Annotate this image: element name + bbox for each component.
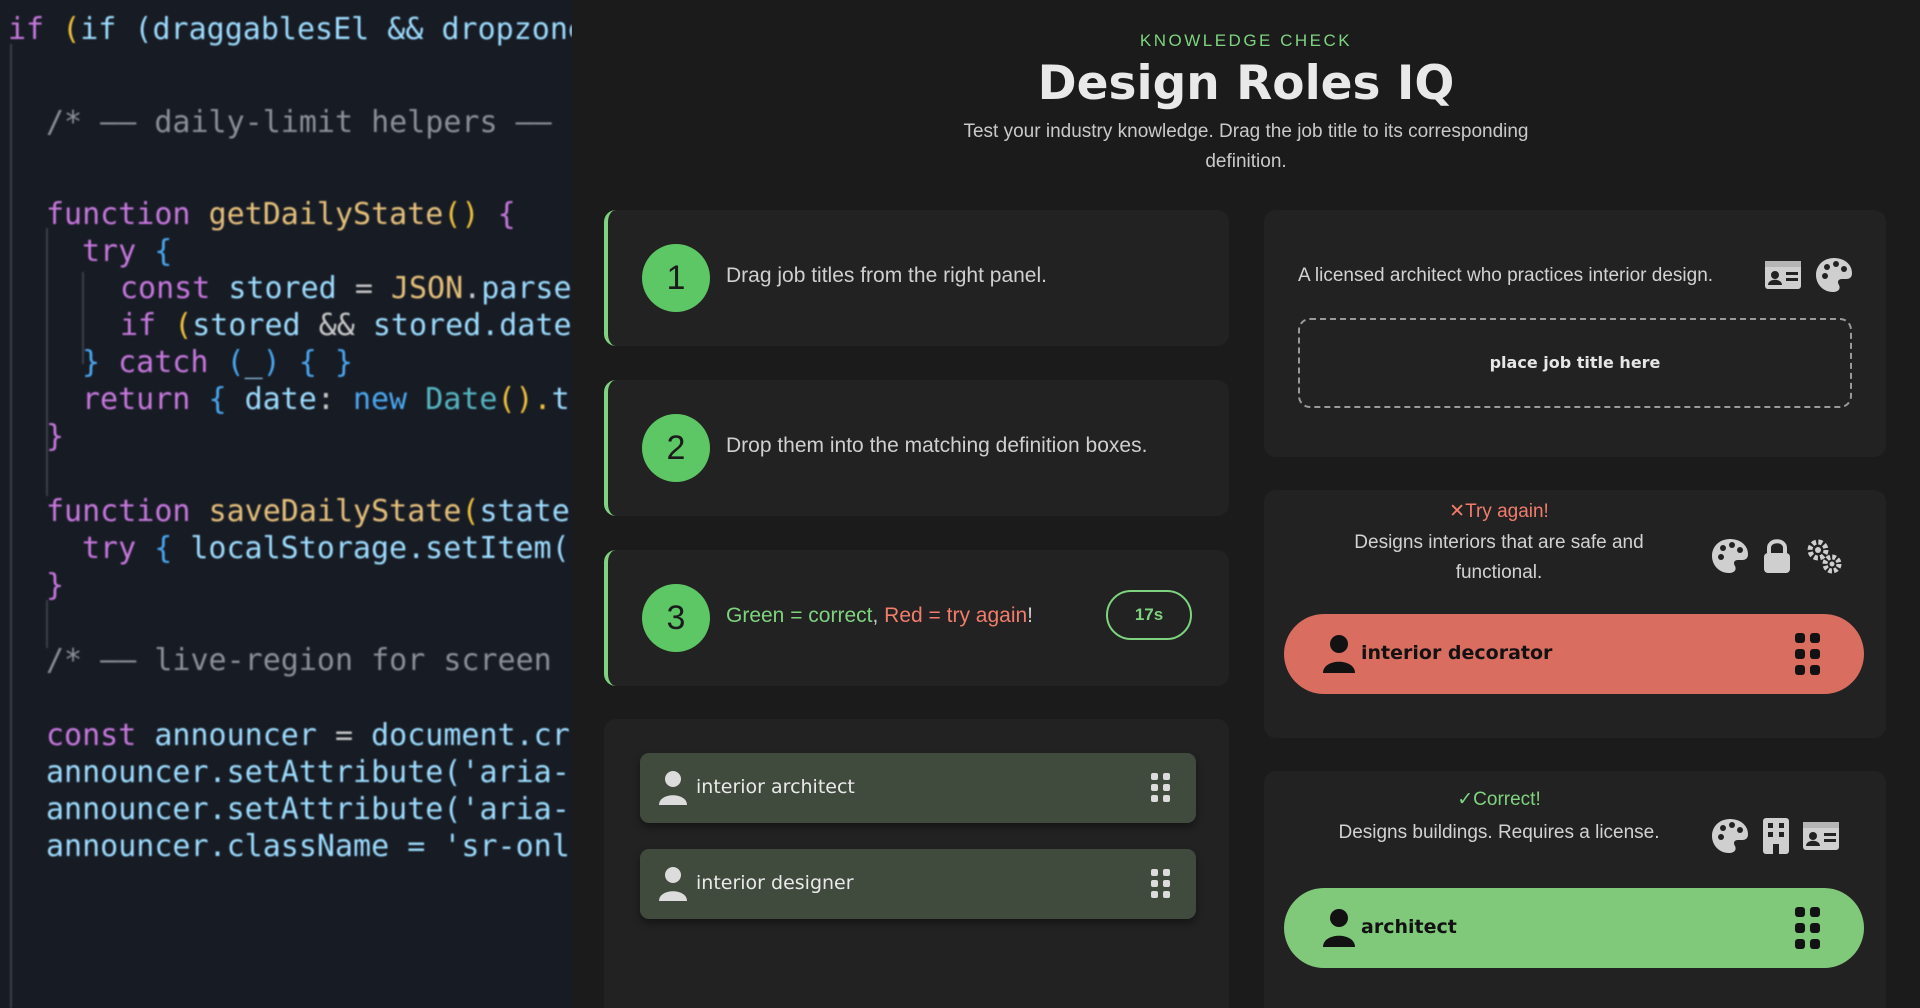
job-title-label: interior designer <box>696 872 854 894</box>
drag-handle-icon[interactable] <box>1794 632 1822 676</box>
eyebrow-label: KNOWLEDGE CHECK <box>1139 31 1353 50</box>
definition-text: A licensed architect who practices inter… <box>1298 265 1714 286</box>
person-icon <box>1323 635 1355 673</box>
job-title-bank: interior architect interior designer <box>604 719 1229 1008</box>
gears-icon <box>1807 539 1842 574</box>
status-wrong: ✕Try again! <box>1264 500 1734 523</box>
indent-guide <box>10 44 12 1008</box>
code-line: return { date: new Date().t <box>82 382 570 417</box>
definition-card: ✕Try again! Designs interiors that are s… <box>1264 490 1886 738</box>
code-line: announcer.className = 'sr-onl <box>46 829 570 864</box>
drag-handle-icon[interactable] <box>1150 772 1172 804</box>
palette-icon <box>1712 539 1748 573</box>
legend-correct: Green = correct <box>726 604 873 627</box>
definition-card: ✓Correct! Designs buildings. Requires a … <box>1264 771 1886 1008</box>
step-number: 3 <box>642 584 710 652</box>
drag-handle-icon[interactable] <box>1794 906 1822 950</box>
definition-icons <box>1764 256 1854 294</box>
legend-end: ! <box>1027 604 1034 627</box>
definition-card: A licensed architect who practices inter… <box>1264 210 1886 457</box>
code-line: /* —— daily-limit helpers —— <box>46 105 552 140</box>
palette-icon <box>1712 819 1748 853</box>
timer-badge: 17s <box>1106 590 1192 640</box>
check-icon: ✓ <box>1457 789 1474 810</box>
instruction-step-1: 1 Drag job titles from the right panel. <box>604 210 1229 346</box>
status-label: Correct! <box>1473 789 1541 810</box>
page-title: Design Roles IQ <box>1037 56 1455 111</box>
person-icon <box>659 771 687 805</box>
code-editor-background: if (if (draggablesEl && dropzonesEl /* —… <box>0 0 572 1008</box>
status-correct: ✓Correct! <box>1264 788 1734 811</box>
job-title-label: architect <box>1361 916 1457 938</box>
definition-icons <box>1710 817 1840 855</box>
placed-job-title-wrong[interactable]: interior decorator <box>1284 614 1864 694</box>
drag-handle-icon[interactable] <box>1150 868 1172 900</box>
close-icon: ✕ <box>1449 501 1466 522</box>
id-card-icon <box>1765 261 1801 289</box>
step-number: 1 <box>642 244 710 312</box>
step-number: 2 <box>642 414 710 482</box>
code-line: /* —— live-region for screen <box>46 643 552 678</box>
step-text: Drop them into the matching definition b… <box>726 434 1148 457</box>
code-line: try { localStorage.setItem( <box>82 531 570 566</box>
palette-icon <box>1816 258 1852 292</box>
draggable-job-title[interactable]: interior designer <box>640 849 1196 919</box>
instruction-step-3: 3 Green = correct, Red = try again! 17s <box>604 550 1229 686</box>
code-line: if (if (draggablesEl && dropzonesEl <box>8 12 572 47</box>
definition-text: Designs interiors that are safe and func… <box>1354 532 1644 583</box>
definition-icons <box>1710 536 1844 576</box>
definition-text: Designs buildings. Requires a license. <box>1338 822 1660 843</box>
placed-job-title-correct[interactable]: architect <box>1284 888 1864 968</box>
instruction-step-2: 2 Drop them into the matching definition… <box>604 380 1229 516</box>
dropzone[interactable]: place job title here <box>1298 318 1852 408</box>
legend-wrong: Red = try again <box>884 604 1028 627</box>
quiz-panel: KNOWLEDGE CHECK Design Roles IQ Test you… <box>572 0 1920 1008</box>
page-subtitle: Test your industry knowledge. Drag the j… <box>963 121 1529 172</box>
legend-separator: , <box>872 604 885 627</box>
id-card-icon <box>1803 822 1839 850</box>
lock-icon <box>1764 539 1790 573</box>
building-icon <box>1763 818 1789 854</box>
job-title-label: interior decorator <box>1361 642 1553 664</box>
code-line: } <box>46 419 65 454</box>
person-icon <box>1323 909 1355 947</box>
person-icon <box>659 867 687 901</box>
draggable-job-title[interactable]: interior architect <box>640 753 1196 823</box>
status-label: Try again! <box>1465 501 1549 522</box>
step-text: Drag job titles from the right panel. <box>726 264 1047 287</box>
step-text: Green = correct, Red = try again! <box>726 604 1033 628</box>
job-title-label: interior architect <box>696 776 855 798</box>
code-line: } <box>46 568 65 603</box>
